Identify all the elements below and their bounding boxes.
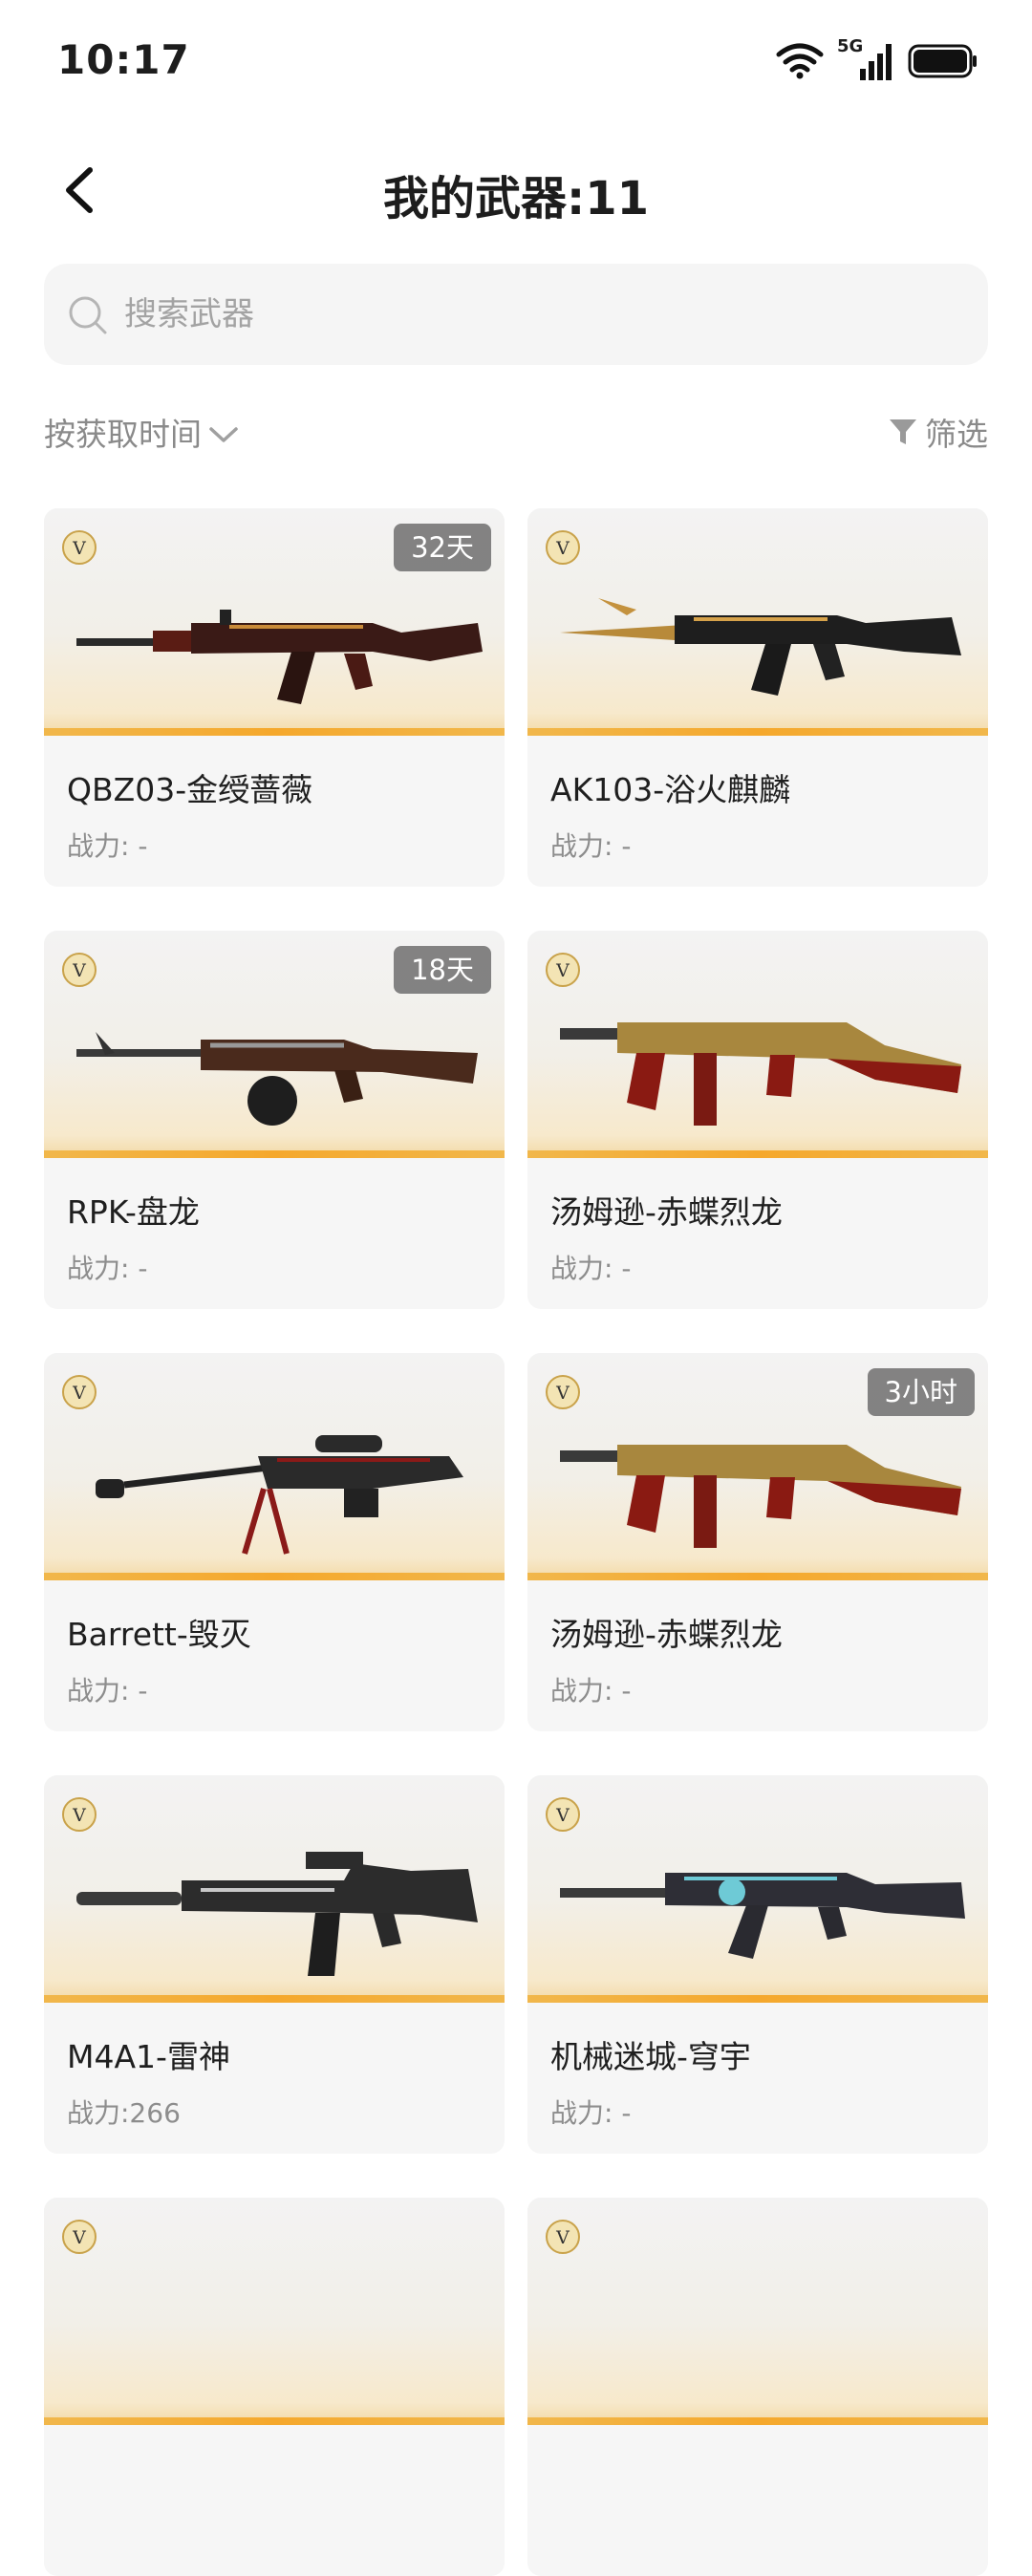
sort-label: 按获取时间 bbox=[44, 416, 202, 453]
weapon-power: 战力: - bbox=[550, 1675, 632, 1707]
machine-gun-icon bbox=[76, 1032, 478, 1126]
svg-text:V: V bbox=[72, 2227, 86, 2248]
nav-bar: 我的武器:11 bbox=[0, 143, 1032, 239]
rarity-stripe bbox=[527, 2417, 988, 2425]
weapon-card[interactable]: V 3小时 汤姆逊-赤蝶烈龙 战力: - bbox=[527, 1353, 988, 1731]
vip-v-icon: V bbox=[546, 2220, 580, 2254]
weapon-name: 机械迷城-穹宇 bbox=[550, 2038, 751, 2075]
sniper-rifle-icon bbox=[96, 1435, 463, 1555]
weapon-card[interactable]: V 32天 QBZ03-金绶蔷薇 战力: - bbox=[44, 508, 505, 887]
filter-button[interactable]: 筛选 bbox=[887, 409, 988, 455]
weapon-image-area: V 18天 bbox=[44, 931, 505, 1158]
smg-icon bbox=[560, 1445, 961, 1548]
weapon-name: AK103-浴火麒麟 bbox=[550, 771, 791, 808]
rarity-stripe bbox=[44, 1995, 505, 2003]
weapon-card[interactable]: V bbox=[527, 2198, 988, 2576]
weapon-image-area: V bbox=[527, 931, 988, 1158]
weapon-power: 战力: - bbox=[550, 2097, 632, 2129]
rifle-icon bbox=[560, 1873, 965, 1959]
rifle-icon bbox=[560, 598, 961, 696]
weapon-name: M4A1-雷神 bbox=[67, 2038, 230, 2075]
weapon-name: RPK-盘龙 bbox=[67, 1193, 200, 1231]
rarity-stripe bbox=[527, 728, 988, 736]
search-bar bbox=[44, 264, 988, 365]
remaining-time-badge: 3小时 bbox=[867, 1368, 975, 1416]
weapon-power: 战力: - bbox=[67, 1675, 148, 1707]
weapon-image-area: V bbox=[527, 1775, 988, 2003]
status-time: 10:17 bbox=[57, 36, 190, 83]
search-input[interactable] bbox=[115, 264, 975, 365]
rarity-stripe bbox=[527, 1150, 988, 1158]
weapon-card[interactable]: V 机械迷城-穹宇 战力: - bbox=[527, 1775, 988, 2154]
remaining-time-badge: 32天 bbox=[394, 524, 491, 571]
rifle-icon bbox=[76, 1852, 478, 1976]
weapon-power: 战力: - bbox=[550, 1253, 632, 1284]
chevron-down-icon bbox=[209, 427, 238, 442]
weapon-card[interactable]: V bbox=[44, 2198, 505, 2576]
weapon-card[interactable]: V M4A1-雷神 战力:266 bbox=[44, 1775, 505, 2154]
rarity-stripe bbox=[44, 1150, 505, 1158]
weapon-power: 战力: - bbox=[67, 830, 148, 862]
page-title: 我的武器:11 bbox=[383, 172, 649, 225]
weapon-name: QBZ03-金绶蔷薇 bbox=[67, 771, 313, 808]
rarity-stripe bbox=[527, 1573, 988, 1580]
rarity-stripe bbox=[44, 728, 505, 736]
smg-icon bbox=[560, 1022, 961, 1126]
weapon-image-area: V bbox=[44, 1353, 505, 1580]
wifi-icon bbox=[776, 43, 824, 79]
weapon-image-area: V bbox=[527, 508, 988, 736]
weapon-power: 战力: - bbox=[550, 830, 632, 862]
weapon-power: 战力: - bbox=[67, 1253, 148, 1284]
rifle-icon bbox=[76, 610, 483, 704]
weapon-card[interactable]: V Barrett-毁灭 战力: - bbox=[44, 1353, 505, 1731]
weapon-name: Barrett-毁灭 bbox=[67, 1616, 251, 1653]
weapon-name: 汤姆逊-赤蝶烈龙 bbox=[550, 1616, 783, 1653]
weapon-image-area: V 3小时 bbox=[527, 1353, 988, 1580]
rarity-stripe bbox=[44, 2417, 505, 2425]
remaining-time-badge: 18天 bbox=[394, 946, 491, 994]
battery-icon bbox=[908, 44, 977, 78]
rarity-stripe bbox=[44, 1573, 505, 1580]
weapon-card[interactable]: V AK103-浴火麒麟 战力: - bbox=[527, 508, 988, 887]
vip-v-icon: V bbox=[62, 2220, 97, 2254]
svg-text:V: V bbox=[555, 2227, 570, 2248]
weapon-image-area: V bbox=[44, 1775, 505, 2003]
rarity-stripe bbox=[527, 1995, 988, 2003]
weapon-name: 汤姆逊-赤蝶烈龙 bbox=[550, 1193, 783, 1231]
weapon-grid: V 32天 QBZ03-金绶蔷薇 战力: - V AK103-浴火麒麟 战力: … bbox=[44, 508, 988, 2576]
weapon-image-area: V bbox=[527, 2198, 988, 2425]
search-icon bbox=[69, 296, 107, 334]
weapon-power: 战力:266 bbox=[67, 2097, 181, 2129]
status-icons: 5G bbox=[776, 36, 978, 82]
weapon-image-area: V bbox=[44, 2198, 505, 2425]
filter-label: 筛选 bbox=[925, 416, 988, 453]
weapon-image-area: V 32天 bbox=[44, 508, 505, 736]
filter-icon bbox=[890, 419, 916, 444]
cellular-signal-icon: 5G bbox=[837, 36, 894, 82]
weapon-card[interactable]: V 汤姆逊-赤蝶烈龙 战力: - bbox=[527, 931, 988, 1309]
status-bar: 10:17 5G bbox=[0, 0, 1032, 124]
weapon-card[interactable]: V 18天 RPK-盘龙 战力: - bbox=[44, 931, 505, 1309]
sort-dropdown[interactable]: 按获取时间 bbox=[44, 409, 240, 455]
